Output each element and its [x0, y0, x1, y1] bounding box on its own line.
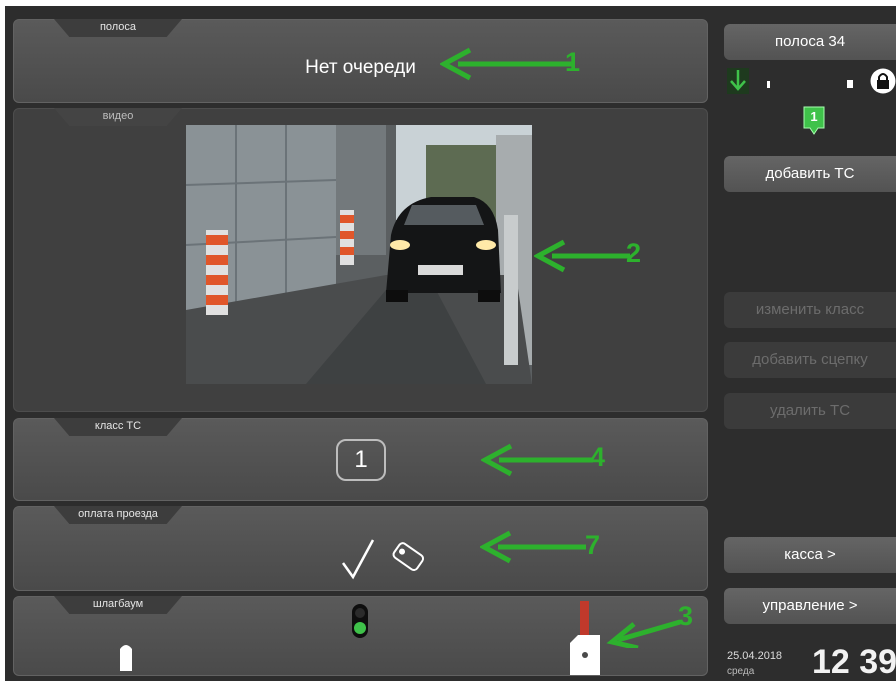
- checkmark-icon: [341, 539, 375, 580]
- vehicle-class-tab: класс ТС: [54, 418, 182, 436]
- cashbox-button[interactable]: касса >: [724, 537, 896, 573]
- annotation-arrow-3: [606, 619, 681, 648]
- annotation-arrow-1: [440, 47, 572, 81]
- video-panel-tab: видео: [54, 108, 182, 126]
- management-button[interactable]: управление >: [724, 588, 896, 624]
- lane-status-row: [727, 68, 896, 98]
- add-trailer-button[interactable]: добавить сцепку: [724, 342, 896, 378]
- lane-panel-tab: полоса: [54, 19, 182, 37]
- annotation-number-2: 2: [626, 238, 642, 268]
- delete-vehicle-button[interactable]: удалить ТС: [724, 393, 896, 429]
- vehicle-class-value[interactable]: 1: [336, 439, 386, 481]
- barrier-closed-icon: [570, 601, 600, 675]
- payment-tab: оплата проезда: [54, 506, 182, 524]
- annotation-arrow-4: [481, 443, 593, 477]
- lane-panel: полоса Нет очереди: [13, 19, 708, 103]
- current-weekday: среда: [727, 666, 755, 677]
- camera-image: [186, 125, 532, 384]
- barrier-tab: шлагбаум: [54, 596, 182, 614]
- annotation-number-3: 3: [678, 601, 694, 631]
- camera-feed: [186, 125, 532, 384]
- entry-arrow-icon: [727, 68, 749, 94]
- payment-panel: оплата проезда: [13, 506, 708, 591]
- lane-select-button[interactable]: полоса 34: [724, 24, 896, 60]
- annotation-arrow-7: [480, 530, 586, 564]
- annotation-arrow-2: [534, 239, 630, 273]
- annotation-number-4: 4: [590, 442, 606, 472]
- queue-badge-count: 1: [810, 109, 818, 124]
- lock-icon[interactable]: [870, 68, 896, 94]
- barrier-panel: шлагбаум: [13, 596, 708, 676]
- current-time: 12 39: [812, 643, 896, 681]
- barrier-open-icon: [120, 645, 132, 671]
- queue-counter: 1: [803, 106, 825, 136]
- barrier-up-marker: [767, 81, 770, 88]
- traffic-light-icon: [352, 604, 368, 638]
- annotation-number-1: 1: [565, 47, 581, 77]
- current-date: 25.04.2018: [727, 650, 783, 662]
- transponder-icon: [392, 542, 425, 572]
- annotation-number-7: 7: [585, 530, 601, 560]
- change-class-button[interactable]: изменить класс: [724, 292, 896, 328]
- add-vehicle-button[interactable]: добавить ТС: [724, 156, 896, 192]
- queue-status: Нет очереди: [305, 57, 416, 78]
- barrier-closed-marker: [847, 80, 853, 88]
